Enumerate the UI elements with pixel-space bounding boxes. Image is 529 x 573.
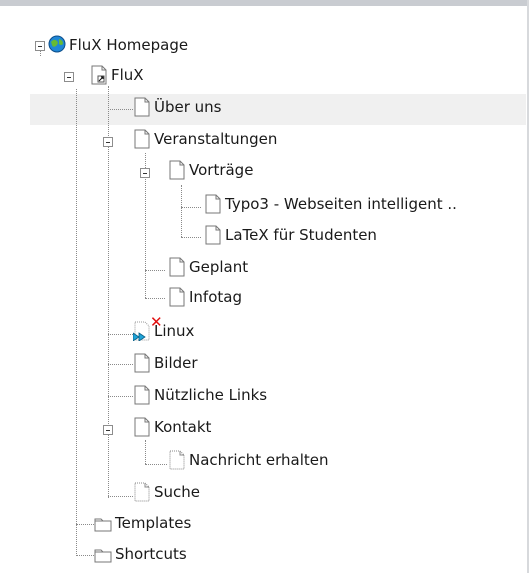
page-icon xyxy=(133,353,151,373)
tree-node-label: Bilder xyxy=(154,354,198,372)
tree-node-label: FluX xyxy=(111,66,144,84)
page-hidden-icon xyxy=(133,482,151,502)
folder-icon xyxy=(94,544,112,564)
tree-node-label: Kontakt xyxy=(154,418,212,436)
tree-node-planned[interactable]: Geplant xyxy=(168,256,248,278)
collapse-toggle-talks[interactable] xyxy=(140,168,150,178)
top-border xyxy=(0,0,529,6)
page-icon xyxy=(168,287,186,307)
tree-node-events[interactable]: Veranstaltungen xyxy=(133,128,277,150)
collapse-toggle-flux[interactable] xyxy=(64,72,74,82)
tree-node-label: Nachricht erhalten xyxy=(189,451,329,469)
tree-node-flux[interactable]: FluX xyxy=(90,64,144,86)
tree-node-label: LaTeX für Studenten xyxy=(225,226,377,244)
folder-icon xyxy=(94,513,112,533)
tree-node-shortcuts[interactable]: Shortcuts xyxy=(94,543,187,565)
tree-node-images[interactable]: Bilder xyxy=(133,352,198,374)
tree-node-label: Veranstaltungen xyxy=(154,130,278,148)
tree-node-label: Über uns xyxy=(154,98,222,116)
tree-node-contact[interactable]: Kontakt xyxy=(133,416,211,438)
error-x-icon: ✕ xyxy=(150,313,163,331)
collapse-toggle-root[interactable] xyxy=(35,41,45,51)
tree-node-templates[interactable]: Templates xyxy=(94,512,191,534)
page-icon xyxy=(168,257,186,277)
hover-highlight-row xyxy=(30,94,526,125)
tree-node-linux[interactable]: ✕ Linux xyxy=(133,315,194,342)
page-icon xyxy=(133,385,151,405)
tree-node-label: Typo3 - Webseiten intelligent .. xyxy=(225,195,457,213)
tree-node-label: Vorträge xyxy=(189,161,254,179)
page-icon xyxy=(204,225,222,245)
tree-node-links[interactable]: Nützliche Links xyxy=(133,384,267,406)
page-hidden-icon xyxy=(168,450,186,470)
globe-icon xyxy=(48,35,66,55)
collapse-toggle-events[interactable] xyxy=(103,137,113,147)
tree-node-typo3[interactable]: Typo3 - Webseiten intelligent .. xyxy=(204,193,457,215)
tree-node-infotag[interactable]: Infotag xyxy=(168,286,242,308)
page-icon xyxy=(133,129,151,149)
tree-node-search[interactable]: Suche xyxy=(133,481,200,503)
collapse-toggle-contact[interactable] xyxy=(103,425,113,435)
page-icon xyxy=(133,417,151,437)
page-disabled-icon: ✕ xyxy=(133,315,163,341)
tree-node-label: Infotag xyxy=(189,288,242,306)
tree-node-label: Nützliche Links xyxy=(154,386,268,404)
tree-node-about[interactable]: Über uns xyxy=(133,96,222,118)
tree-node-talks[interactable]: Vorträge xyxy=(168,159,253,181)
tree-node-label: Geplant xyxy=(189,258,249,276)
page-shortcut-icon xyxy=(90,65,108,85)
page-icon xyxy=(168,160,186,180)
page-icon xyxy=(133,97,151,117)
tree-node-label: Templates xyxy=(115,514,192,532)
tree-node-label: FluX Homepage xyxy=(69,36,189,54)
tree-node-root[interactable]: FluX Homepage xyxy=(48,34,188,56)
tree-node-label: Suche xyxy=(154,483,201,501)
tree-node-label: Shortcuts xyxy=(115,545,187,563)
page-icon xyxy=(204,194,222,214)
tree-node-latex[interactable]: LaTeX für Studenten xyxy=(204,224,377,246)
tree-node-message[interactable]: Nachricht erhalten xyxy=(168,449,329,471)
